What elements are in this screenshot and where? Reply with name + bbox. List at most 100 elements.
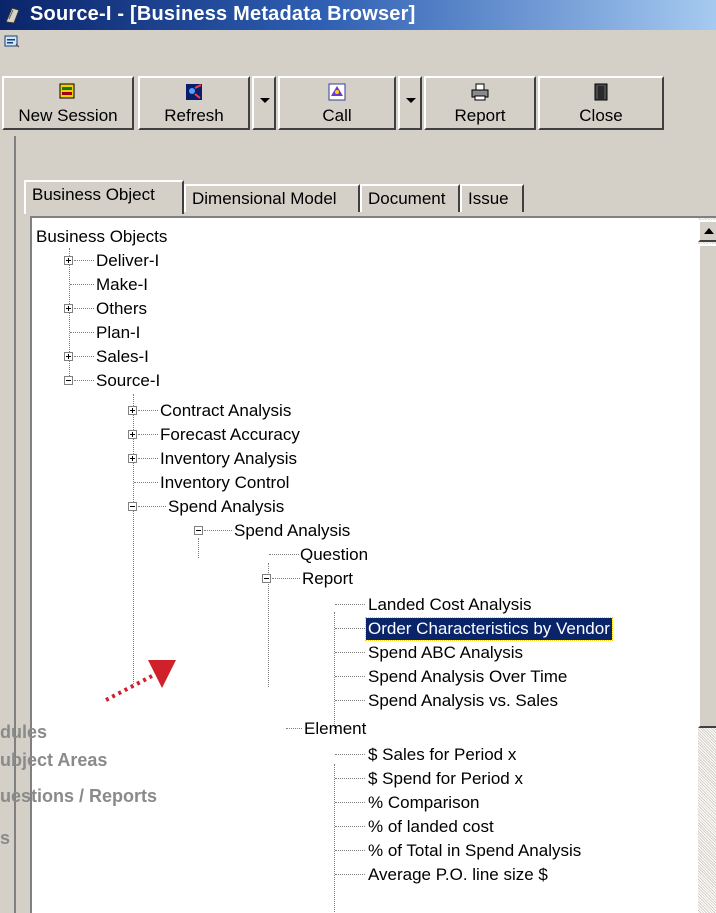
call-icon — [328, 83, 346, 101]
expand-plus-icon[interactable] — [128, 406, 137, 415]
app-window: New Session Refresh Call Report Close Bu… — [0, 30, 716, 913]
tree-connector — [335, 604, 365, 606]
tree-node[interactable]: Plan-I — [96, 322, 140, 344]
window-title: Source-I - [Business Metadata Browser] — [30, 3, 416, 25]
tree-connector — [138, 410, 158, 412]
tree-node[interactable]: Make-I — [96, 274, 148, 296]
tree-node[interactable]: % of landed cost — [368, 816, 494, 838]
tree-node-selected[interactable]: Order Characteristics by Vendor — [365, 617, 613, 641]
tab-document[interactable]: Document — [360, 184, 460, 212]
collapse-minus-icon[interactable] — [128, 502, 137, 511]
tree-node[interactable]: Landed Cost Analysis — [368, 594, 532, 616]
tree-connector — [138, 506, 166, 508]
door-icon — [594, 83, 608, 101]
tree-connector — [335, 850, 365, 852]
printer-icon — [471, 83, 489, 101]
tree-connector — [335, 628, 365, 630]
arrow-up-icon — [704, 228, 714, 234]
tree-node[interactable]: Report — [302, 568, 353, 590]
tree-node[interactable]: $ Sales for Period x — [368, 744, 516, 766]
tree-node[interactable]: Spend Analysis Over Time — [368, 666, 567, 688]
tree-connector — [286, 728, 302, 730]
app-icon — [5, 7, 20, 24]
tree-node[interactable]: Question — [300, 544, 368, 566]
refresh-label: Refresh — [164, 106, 224, 125]
vertical-scrollbar[interactable] — [698, 218, 716, 913]
business-object-tree[interactable]: Business Objects Deliver-I Make-I Others… — [30, 216, 716, 913]
tab-dimensional-model[interactable]: Dimensional Model — [184, 184, 360, 212]
tree-node[interactable]: Inventory Control — [160, 472, 289, 494]
tree-connector — [272, 578, 300, 580]
expand-plus-icon[interactable] — [64, 256, 73, 265]
new-session-label: New Session — [18, 106, 118, 125]
window-menu-icon[interactable] — [4, 35, 20, 49]
tree-node[interactable]: Contract Analysis — [160, 400, 291, 422]
tree-node[interactable]: Spend Analysis vs. Sales — [368, 690, 558, 712]
tree-connector — [335, 676, 365, 678]
tree-node[interactable]: Inventory Analysis — [160, 448, 297, 470]
tree-connector — [334, 764, 336, 913]
call-button[interactable]: Call — [278, 76, 396, 130]
panel-divider — [14, 136, 16, 913]
tree-connector — [138, 458, 158, 460]
tab-issue[interactable]: Issue — [460, 184, 524, 212]
new-session-button[interactable]: New Session — [2, 76, 134, 130]
tab-business-object[interactable]: Business Object — [24, 180, 184, 214]
tree-connector — [335, 778, 365, 780]
expand-plus-icon[interactable] — [64, 352, 73, 361]
collapse-minus-icon[interactable] — [194, 526, 203, 535]
close-button[interactable]: Close — [538, 76, 664, 130]
tree-node[interactable]: Spend ABC Analysis — [368, 642, 523, 664]
tab-label: Dimensional Model — [192, 189, 337, 208]
tree-connector — [335, 700, 365, 702]
tree-node[interactable]: Average P.O. line size $ — [368, 864, 548, 886]
tree-node[interactable]: % Comparison — [368, 792, 480, 814]
tree-connector — [74, 260, 94, 262]
tree-node[interactable]: Others — [96, 298, 147, 320]
call-dropdown-button[interactable] — [398, 76, 422, 130]
tree-connector — [269, 554, 299, 556]
tab-label: Business Object — [32, 185, 155, 204]
expand-plus-icon[interactable] — [64, 304, 73, 313]
tab-label: Document — [368, 189, 446, 208]
tree-connector — [204, 530, 232, 532]
tree-node-root[interactable]: Business Objects — [36, 226, 167, 248]
scrollbar-thumb[interactable] — [698, 244, 716, 728]
tree-connector — [74, 356, 94, 358]
tree-connector — [69, 248, 71, 382]
call-label: Call — [322, 106, 352, 125]
tree-connector — [70, 332, 94, 334]
tree-connector — [70, 284, 94, 286]
refresh-dropdown-button[interactable] — [252, 76, 276, 130]
refresh-icon — [186, 84, 202, 100]
tree-connector — [335, 652, 365, 654]
menu-strip — [0, 30, 716, 54]
collapse-minus-icon[interactable] — [262, 574, 271, 583]
tree-node[interactable]: Forecast Accuracy — [160, 424, 300, 446]
chevron-down-icon — [406, 98, 416, 103]
tree-node[interactable]: Deliver-I — [96, 250, 159, 272]
chevron-down-icon — [260, 98, 270, 103]
tree-node[interactable]: Spend Analysis — [168, 496, 284, 518]
tree-node[interactable]: $ Spend for Period x — [368, 768, 523, 790]
tree-node[interactable]: Spend Analysis — [234, 520, 350, 542]
scroll-up-button[interactable] — [698, 220, 716, 242]
tree-connector — [74, 380, 94, 382]
tree-node[interactable]: Source-I — [96, 370, 160, 392]
tab-label: Issue — [468, 189, 509, 208]
tree-connector — [335, 754, 365, 756]
tree-connector — [334, 612, 336, 732]
tree-node[interactable]: % of Total in Spend Analysis — [368, 840, 581, 862]
tree-connector — [134, 482, 158, 484]
tree-connector — [335, 802, 365, 804]
expand-plus-icon[interactable] — [128, 454, 137, 463]
collapse-minus-icon[interactable] — [64, 376, 73, 385]
new-session-icon — [59, 83, 75, 99]
tree-node[interactable]: Element — [304, 718, 366, 740]
report-button[interactable]: Report — [424, 76, 536, 130]
tree-connector — [335, 826, 365, 828]
refresh-button[interactable]: Refresh — [138, 76, 250, 130]
report-label: Report — [454, 106, 506, 125]
tree-node[interactable]: Sales-I — [96, 346, 149, 368]
expand-plus-icon[interactable] — [128, 430, 137, 439]
